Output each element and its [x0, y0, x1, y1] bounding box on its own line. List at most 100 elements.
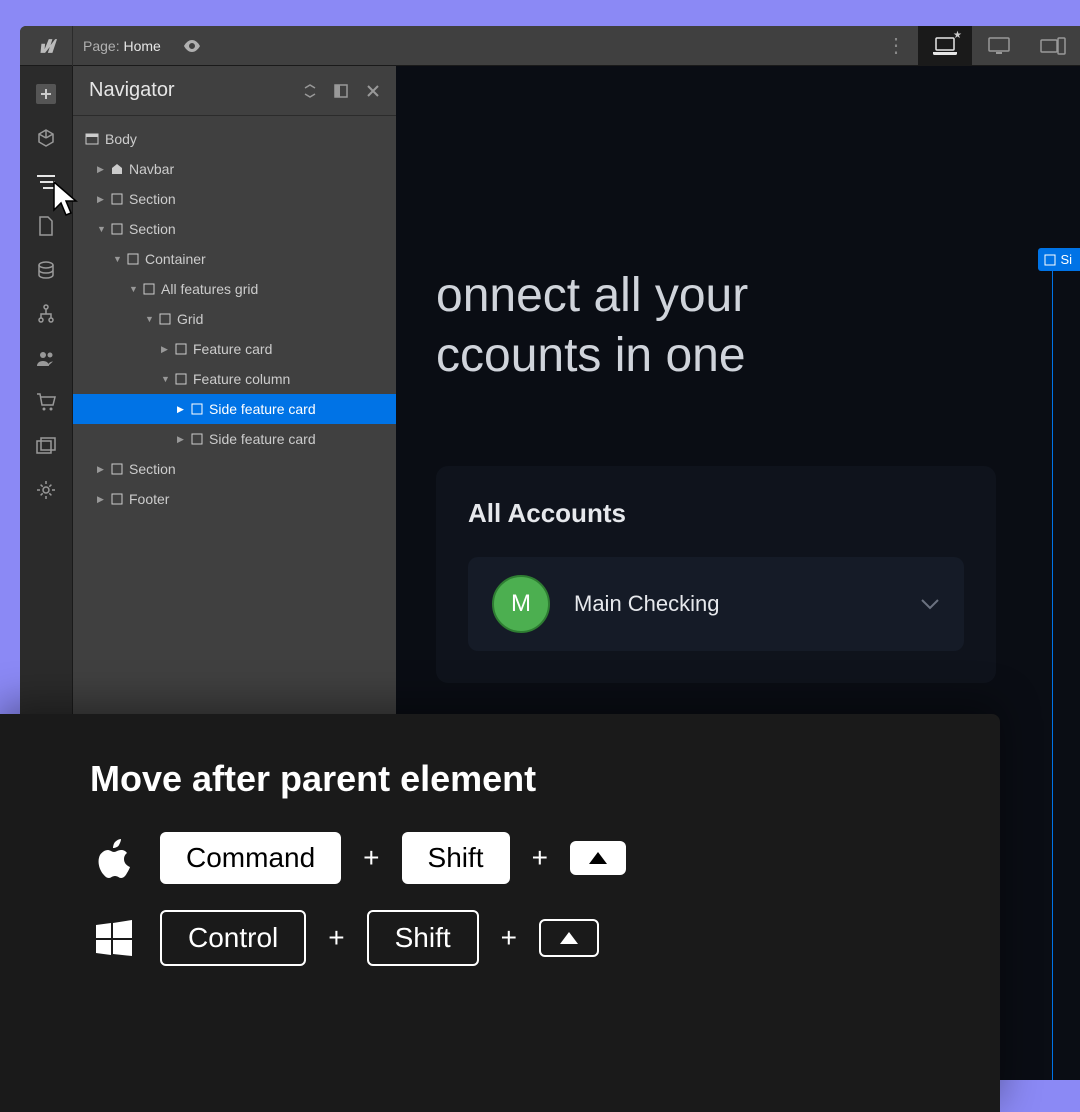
box-icon — [143, 283, 155, 295]
hero-heading: onnect all your ccounts in one — [436, 266, 1080, 386]
page-name: Home — [123, 38, 160, 54]
cube-icon — [36, 128, 56, 148]
page-indicator[interactable]: Page: Home — [73, 38, 171, 54]
more-menu[interactable]: ⋮ — [874, 33, 918, 58]
devices-icon — [1040, 37, 1066, 55]
key-up-arrow — [539, 919, 599, 957]
tree-label: Grid — [177, 311, 203, 327]
key-control: Control — [160, 910, 306, 966]
collapse-icon[interactable] — [304, 84, 316, 98]
shortcut-overlay: Move after parent element Command + Shif… — [0, 714, 1000, 1112]
tree-item-section[interactable]: ▶Section — [73, 184, 396, 214]
account-name: Main Checking — [574, 591, 720, 617]
webflow-icon — [35, 39, 57, 53]
device-tablet[interactable] — [1026, 26, 1080, 66]
home-icon — [111, 163, 123, 175]
tree-icon — [37, 304, 55, 324]
avatar: M — [492, 575, 550, 633]
cursor-pointer-icon — [50, 180, 82, 220]
hero-line1: onnect all your — [436, 266, 1080, 326]
accounts-title: All Accounts — [468, 498, 964, 529]
plus-separator: + — [363, 842, 379, 874]
box-icon — [191, 433, 203, 445]
add-element-button[interactable] — [26, 74, 66, 114]
navigator-header: Navigator — [73, 66, 396, 116]
tree-label: Side feature card — [209, 431, 316, 447]
navigator-title: Navigator — [89, 79, 175, 102]
box-icon — [175, 373, 187, 385]
box-icon — [191, 403, 203, 415]
box-icon — [111, 223, 123, 235]
topbar: Page: Home ⋮ ★ — [20, 26, 1080, 66]
tree-label: Side feature card — [209, 401, 316, 417]
plus-separator: + — [501, 922, 517, 954]
accounts-card: All Accounts M Main Checking — [436, 466, 996, 683]
tree-item-side-feature-card-selected[interactable]: ▶Side feature card — [73, 394, 396, 424]
database-icon — [37, 261, 55, 279]
tree-label: Feature column — [193, 371, 290, 387]
assets-button[interactable] — [26, 426, 66, 466]
users-button[interactable] — [26, 338, 66, 378]
box-icon — [111, 493, 123, 505]
body-icon — [85, 133, 99, 145]
chevron-down-icon[interactable] — [920, 598, 940, 610]
tree-label: Section — [129, 461, 176, 477]
settings-button[interactable] — [26, 470, 66, 510]
key-up-arrow — [570, 841, 626, 875]
shortcut-title: Move after parent element — [90, 758, 920, 800]
tree-label: Section — [129, 221, 176, 237]
close-icon[interactable] — [366, 84, 380, 98]
key-command: Command — [160, 832, 341, 884]
arrow-up-icon — [588, 851, 608, 865]
apple-icon — [90, 838, 138, 878]
tree-item-body[interactable]: Body — [73, 124, 396, 154]
box-icon — [175, 343, 187, 355]
cart-button[interactable] — [26, 382, 66, 422]
hero-line2: ccounts in one — [436, 326, 1080, 386]
tree-item-footer[interactable]: ▶Footer — [73, 484, 396, 514]
tree-item-navbar[interactable]: ▶Navbar — [73, 154, 396, 184]
tree-item-section[interactable]: ▶Section — [73, 454, 396, 484]
tree-item-section[interactable]: ▼Section — [73, 214, 396, 244]
account-row[interactable]: M Main Checking — [468, 557, 964, 651]
dock-icon[interactable] — [334, 84, 348, 98]
tree-label: Container — [145, 251, 206, 267]
tree-label: Section — [129, 191, 176, 207]
tree-item-feature-card[interactable]: ▶Feature card — [73, 334, 396, 364]
symbols-button[interactable] — [26, 118, 66, 158]
eye-icon — [183, 40, 201, 52]
box-icon — [159, 313, 171, 325]
webflow-logo[interactable] — [20, 26, 73, 66]
device-desktop-large[interactable]: ★ — [918, 26, 972, 66]
preview-button[interactable] — [183, 40, 201, 52]
tree-item-container[interactable]: ▼Container — [73, 244, 396, 274]
avatar-letter: M — [511, 590, 531, 618]
tree-item-side-feature-card[interactable]: ▶Side feature card — [73, 424, 396, 454]
device-desktop[interactable] — [972, 26, 1026, 66]
cms-button[interactable] — [26, 250, 66, 290]
tree-item-feature-column[interactable]: ▼Feature column — [73, 364, 396, 394]
box-icon — [111, 463, 123, 475]
plus-separator: + — [328, 922, 344, 954]
selection-tag-label: Si — [1060, 252, 1072, 267]
page-prefix: Page: — [83, 38, 120, 54]
shortcut-row-windows: Control + Shift + — [90, 910, 920, 966]
tree-item-grid[interactable]: ▼Grid — [73, 304, 396, 334]
ecommerce-button[interactable] — [26, 294, 66, 334]
cart-icon — [36, 393, 56, 411]
arrow-up-icon — [559, 931, 579, 945]
key-shift: Shift — [402, 832, 510, 884]
star-icon: ★ — [953, 30, 962, 41]
selection-outline — [1052, 268, 1080, 1080]
tree-label: Body — [105, 131, 137, 147]
tree-label: Feature card — [193, 341, 272, 357]
box-icon — [127, 253, 139, 265]
images-icon — [36, 437, 56, 455]
monitor-icon — [988, 37, 1010, 55]
tree-label: Footer — [129, 491, 169, 507]
tree-item-all-features-grid[interactable]: ▼All features grid — [73, 274, 396, 304]
plus-icon — [36, 84, 56, 104]
box-icon — [1044, 254, 1056, 266]
windows-icon — [90, 920, 138, 956]
tree-label: Navbar — [129, 161, 174, 177]
